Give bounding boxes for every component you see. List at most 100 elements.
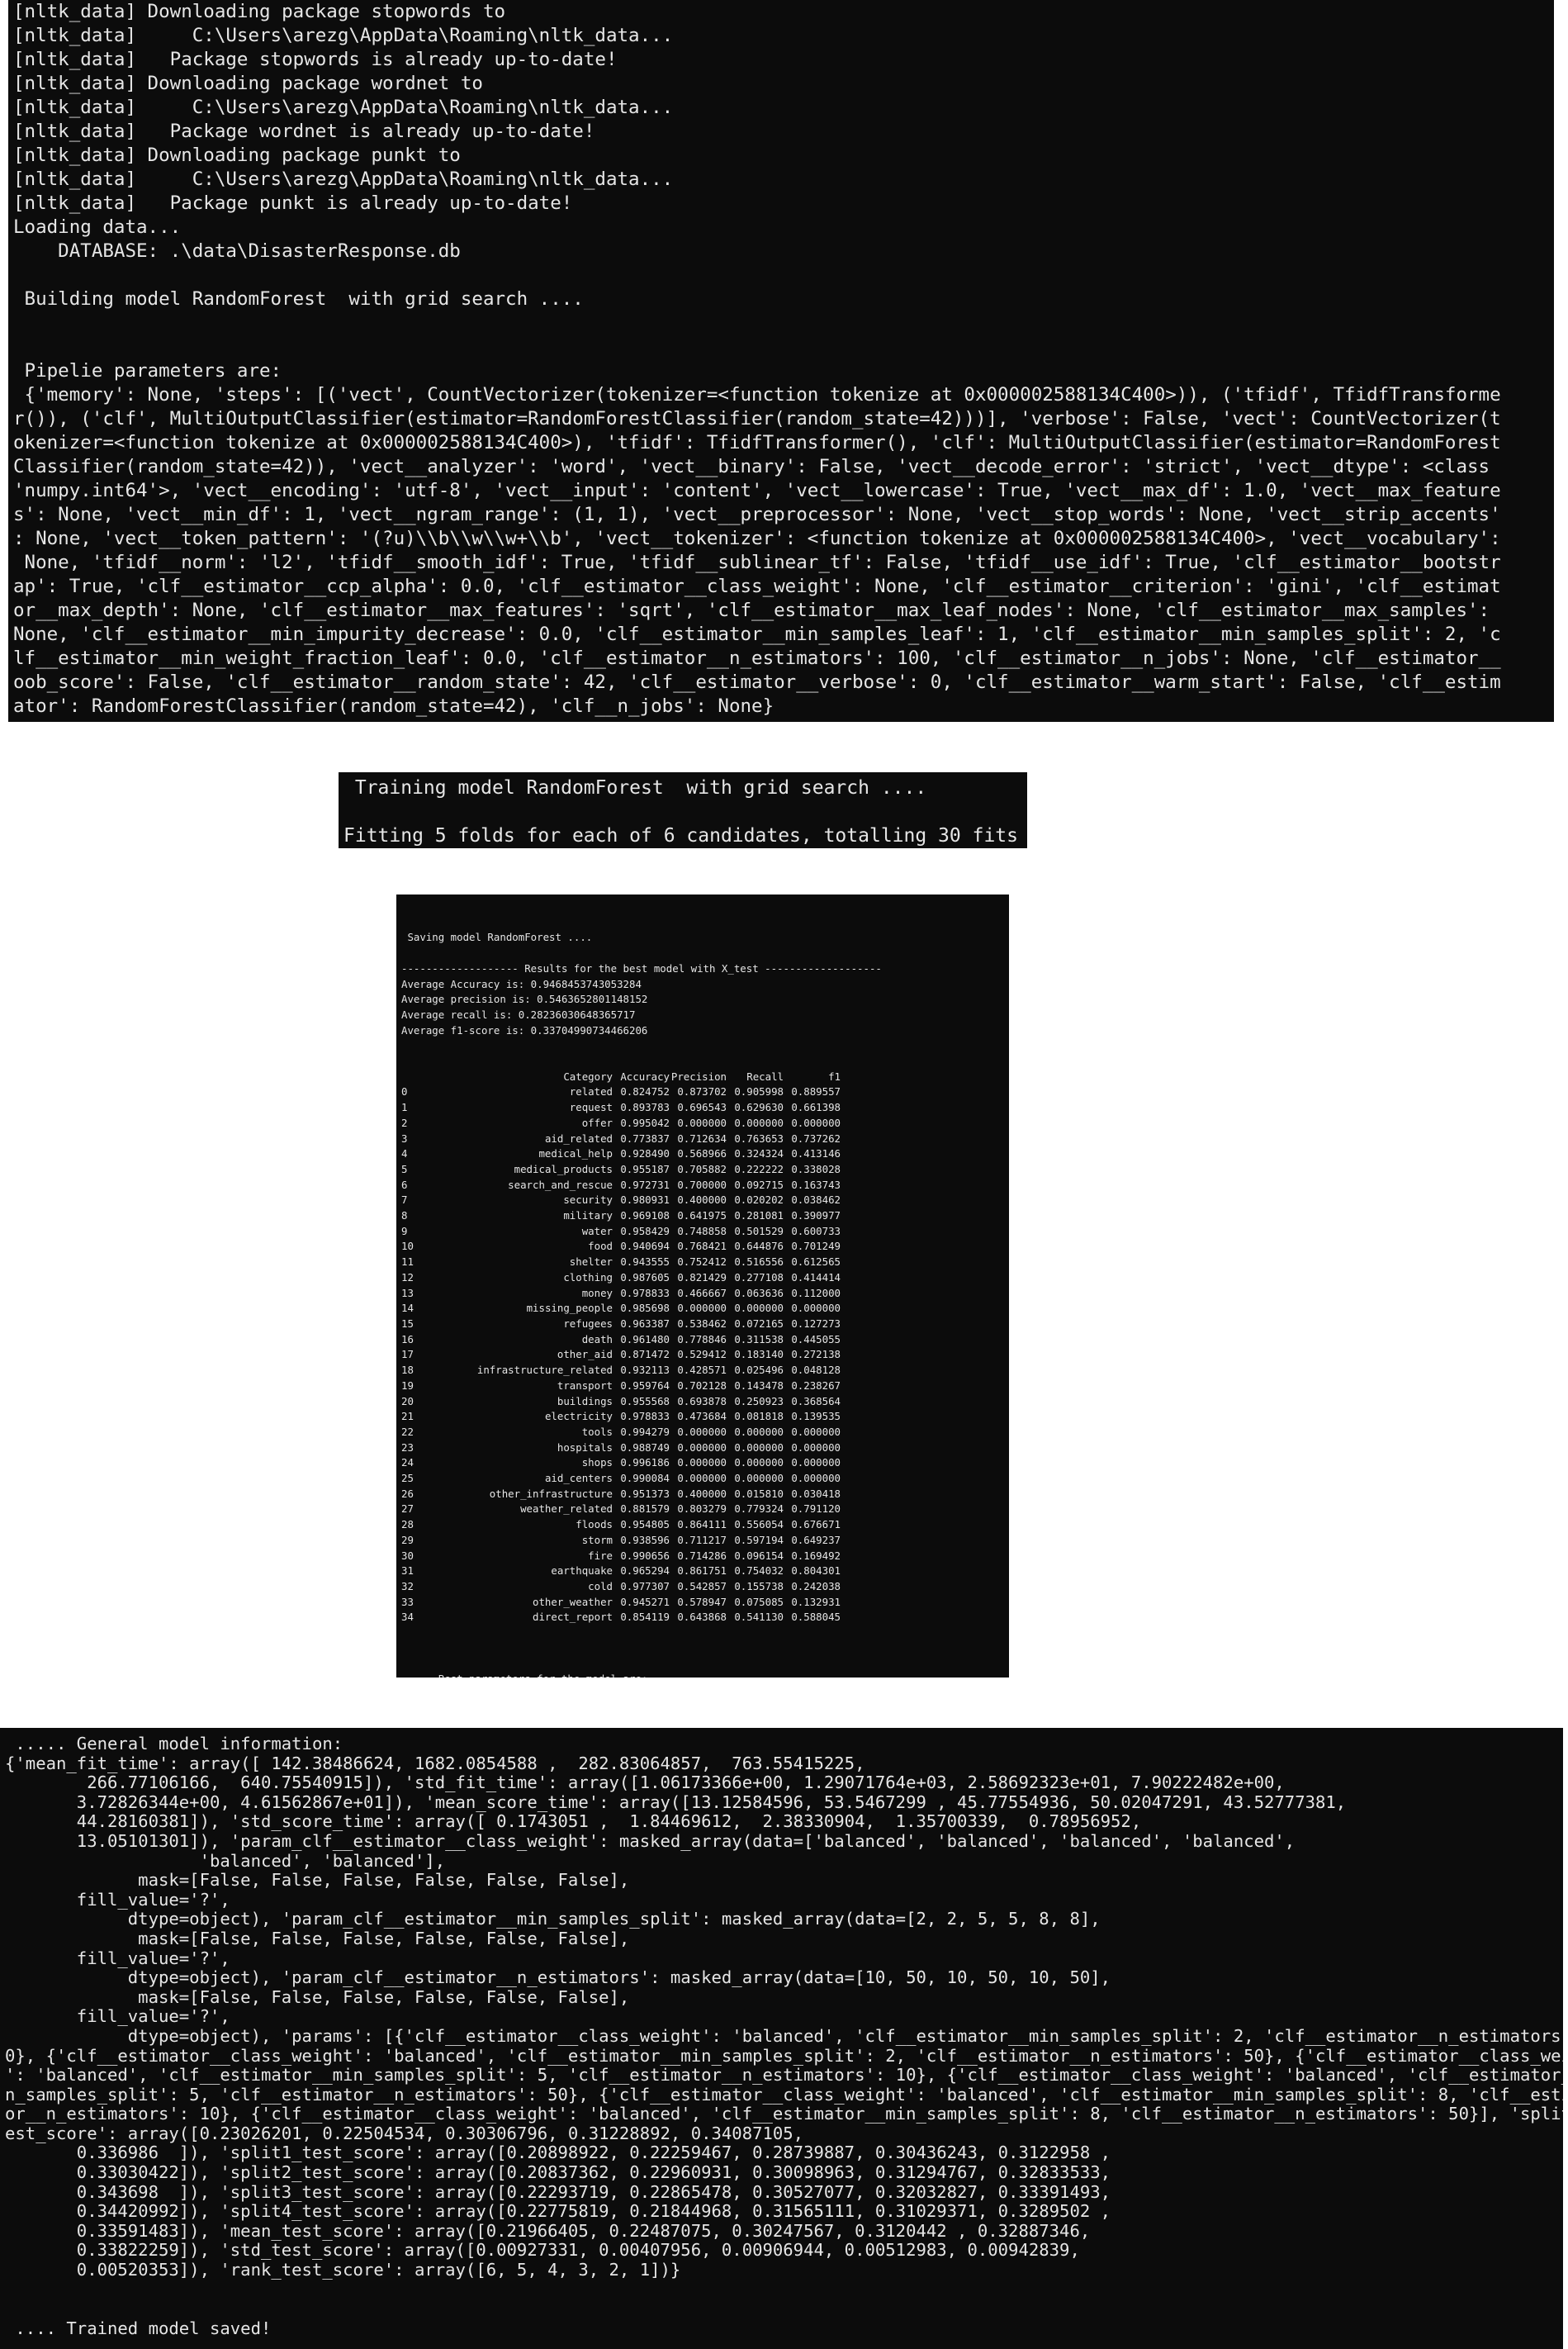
table-cell: 0.702128 [677, 1379, 727, 1392]
table-row: 33 other_weather 0.945271 0.578947 0.075085 0… [401, 1595, 841, 1611]
table-cell: 0.000000 [734, 1425, 784, 1438]
console-line: fill_value='?', [5, 2006, 230, 2027]
console-line: est_score': array([0.23026201, 0.2250453… [5, 2123, 804, 2143]
table-cell: 0.701249 [791, 1240, 841, 1253]
table-cell: missing_people [526, 1302, 613, 1315]
console-line: r()), ('clf', MultiOutputClassifier(esti… [13, 408, 1501, 429]
column-header [401, 1070, 429, 1085]
console-line: 'numpy.int64'>, 'vect__encoding': 'utf-8… [13, 480, 1501, 501]
table-cell: 0.272138 [791, 1348, 841, 1361]
table-cell: aid_related [544, 1132, 613, 1145]
table-cell: 0.324324 [734, 1147, 784, 1160]
table-cell: 0.987605 [620, 1270, 670, 1284]
table-cell: 0.092715 [734, 1178, 784, 1191]
table-cell: 4 [401, 1147, 408, 1160]
table-row: 25 aid_centers 0.990084 0.000000 0.000000 0.0… [401, 1471, 841, 1487]
table-cell: 31 [401, 1564, 414, 1578]
table-cell: 0.096154 [734, 1549, 784, 1562]
table-row: 8 military 0.969108 0.641975 0.281081 0.39097… [401, 1208, 841, 1224]
table-cell: 0.000000 [791, 1472, 841, 1485]
console-line: : None, 'vect__token_pattern': '(?u)\\b\… [13, 528, 1501, 549]
table-cell: 0.030418 [791, 1487, 841, 1500]
table-cell: 0.938596 [620, 1533, 670, 1546]
table-cell: 0.132931 [791, 1595, 841, 1608]
table-row: 20 buildings 0.955568 0.693878 0.250923 0.368… [401, 1394, 841, 1410]
table-cell: 0.612565 [791, 1255, 841, 1269]
console-line: oob_score': False, 'clf__estimator__rand… [13, 671, 1501, 693]
table-cell: 0.072165 [734, 1317, 784, 1330]
column-header: Accuracy [620, 1070, 670, 1083]
table-cell: military [563, 1209, 613, 1222]
table-cell: other_weather [533, 1595, 613, 1608]
table-cell: 20 [401, 1394, 414, 1407]
table-cell: 0.824752 [620, 1085, 670, 1099]
table-cell: search_and_rescue [508, 1178, 613, 1191]
table-cell: 0.958429 [620, 1224, 670, 1237]
console-line: 0.336986 ]), 'split1_test_score': array(… [5, 2143, 1111, 2163]
table-cell: 0.955568 [620, 1394, 670, 1407]
terminal-window-download-and-pipeline: [nltk_data] Downloading package stopword… [8, 0, 1554, 722]
table-cell: direct_report [533, 1611, 613, 1624]
console-line: [nltk_data] C:\Users\arezg\AppData\Roami… [13, 97, 674, 118]
console-line: ': 'balanced', 'clf__estimator__min_samp… [5, 2065, 1563, 2086]
table-cell: 0.972731 [620, 1178, 670, 1191]
table-cell: 0.864111 [677, 1518, 727, 1531]
table-cell: 0.600733 [791, 1224, 841, 1237]
console-line: 0.00520353]), 'rank_test_score': array([… [5, 2260, 681, 2280]
console-line: [nltk_data] Downloading package wordnet … [13, 73, 483, 94]
table-row: 13 money 0.978833 0.466667 0.063636 0.112000 [401, 1286, 841, 1302]
console-line: 266.77106166, 640.75540915]), 'std_fit_t… [5, 1772, 1285, 1793]
table-cell: storm [581, 1533, 613, 1546]
table-cell: 0 [401, 1085, 408, 1099]
table-cell: 9 [401, 1224, 408, 1237]
table-cell: other_aid [557, 1348, 613, 1361]
console-line: 44.28160381]), 'std_score_time': array([… [5, 1811, 1142, 1832]
table-cell: 30 [401, 1549, 414, 1562]
table-cell: 0.649237 [791, 1533, 841, 1546]
console-line: None, 'clf__estimator__min_impurity_decr… [13, 624, 1501, 645]
table-row: 26 other_infrastructure 0.951373 0.400000 0.… [401, 1487, 841, 1502]
table-row: 5 medical_products 0.955187 0.705882 0.22222… [401, 1162, 841, 1178]
table-cell: 0.568966 [677, 1147, 727, 1160]
table-cell: food [588, 1240, 613, 1253]
table-cell: 0.954805 [620, 1518, 670, 1531]
table-cell: 0.578947 [677, 1595, 727, 1608]
table-cell: 0.945271 [620, 1595, 670, 1608]
table-cell: clothing [563, 1270, 613, 1284]
table-cell: 0.963387 [620, 1317, 670, 1330]
table-header-row: Category Accuracy Precision Recall f1 [401, 1070, 841, 1085]
results-table: Category Accuracy Precision Recall f1 0 relate… [401, 1070, 841, 1625]
table-cell: 0.127273 [791, 1317, 841, 1330]
console-line: ap': True, 'clf__estimator__ccp_alpha': … [13, 576, 1501, 597]
table-row: 17 other_aid 0.871472 0.529412 0.183140 0.272… [401, 1347, 841, 1363]
table-cell: 0.696543 [677, 1101, 727, 1114]
table-cell: 34 [401, 1611, 414, 1624]
console-line: 0.33030422]), 'split2_test_score': array… [5, 2162, 1111, 2183]
table-cell: 0.015810 [734, 1487, 784, 1500]
table-cell: 0.965294 [620, 1564, 670, 1578]
terminal-window-results: Saving model RandomForest .... ---------… [396, 895, 1009, 1678]
console-line: Training model RandomForest with grid se… [343, 777, 927, 799]
table-cell: 0.644876 [734, 1240, 784, 1253]
console-line: ------------------- Results for the best… [401, 961, 882, 975]
table-cell: 0.977307 [620, 1579, 670, 1592]
table-cell: offer [581, 1116, 613, 1129]
table-cell: money [581, 1286, 613, 1299]
table-cell: 0.712634 [677, 1132, 727, 1145]
console-line: Average precision is: 0.5463652801148152 [401, 993, 648, 1006]
table-cell: 25 [401, 1472, 414, 1485]
table-cell: 0.541130 [734, 1611, 784, 1624]
table-cell: 0.183140 [734, 1348, 784, 1361]
table-cell: 0.779324 [734, 1502, 784, 1516]
table-cell: 0.643868 [677, 1611, 727, 1624]
table-cell: medical_help [538, 1147, 613, 1160]
console-line: fill_value='?', [5, 1889, 230, 1910]
table-cell: infrastructure_related [476, 1364, 613, 1377]
console-line: dtype=object), 'param_clf__estimator__n_… [5, 1967, 1111, 1988]
table-cell: 0.990084 [620, 1472, 670, 1485]
terminal-window-general-info: ..... General model information: {'mean_f… [0, 1728, 1563, 2349]
